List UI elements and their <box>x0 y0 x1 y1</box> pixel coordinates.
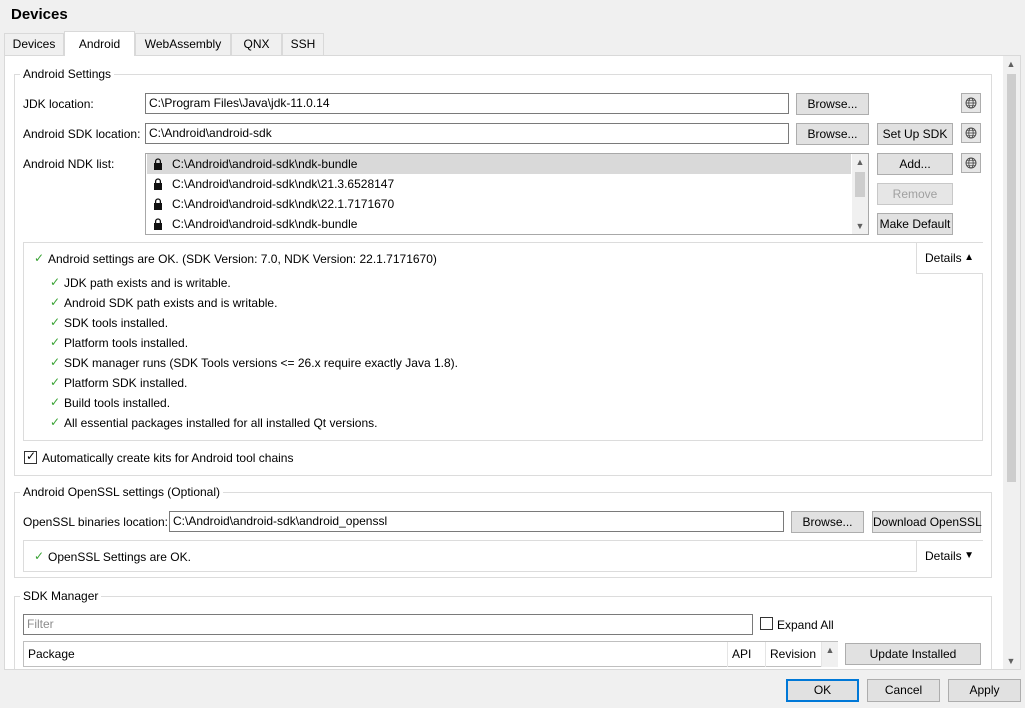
sdk-download-globe-icon[interactable] <box>961 123 981 143</box>
status-check-item: Build tools installed. <box>64 396 171 410</box>
status-check-item: Platform tools installed. <box>64 336 189 350</box>
status-check-item: Platform SDK installed. <box>64 376 188 390</box>
openssl-browse-button[interactable]: Browse... <box>791 511 864 533</box>
lock-icon <box>154 158 162 170</box>
openssl-label: OpenSSL binaries location: <box>23 515 168 529</box>
sdk-browse-button[interactable]: Browse... <box>796 123 869 145</box>
main-scrollbar[interactable]: ▲ ▼ <box>1003 56 1020 669</box>
status-check-item: SDK manager runs (SDK Tools versions <= … <box>64 356 458 370</box>
lock-icon <box>154 198 162 210</box>
checkmark-icon: ✓ <box>26 449 37 463</box>
add-ndk-button[interactable]: Add... <box>877 153 953 175</box>
sdk-location-input[interactable]: C:\Android\android-sdk <box>145 123 789 144</box>
scroll-down-icon[interactable]: ▼ <box>1003 653 1019 669</box>
ndk-path: C:\Android\android-sdk\ndk-bundle <box>172 157 358 171</box>
tab-android[interactable]: Android <box>64 31 135 56</box>
tab-ssh[interactable]: SSH <box>282 33 324 55</box>
check-icon: ✓ <box>34 549 45 563</box>
sdk-package-table[interactable]: Package API Revision ▲ <box>23 641 838 667</box>
ndk-path: C:\Android\android-sdk\ndk\21.3.6528147 <box>172 177 395 191</box>
ndk-list-label: Android NDK list: <box>23 157 115 171</box>
details-label: Details <box>925 251 962 265</box>
collapse-triangle-icon: ▲ <box>964 252 974 263</box>
lock-icon <box>154 178 162 190</box>
column-header-revision[interactable]: Revision <box>766 642 822 667</box>
make-default-ndk-button[interactable]: Make Default <box>877 213 953 235</box>
download-openssl-button[interactable]: Download OpenSSL <box>872 511 982 533</box>
auto-create-kits-label: Automatically create kits for Android to… <box>42 451 294 465</box>
check-icon: ✓ <box>50 315 61 329</box>
openssl-status: OpenSSL Settings are OK. <box>48 550 191 564</box>
main-scroll-thumb[interactable] <box>1007 74 1016 482</box>
check-icon: ✓ <box>50 355 61 369</box>
apply-button[interactable]: Apply <box>948 679 1021 702</box>
tab-devices[interactable]: Devices <box>4 33 64 55</box>
auto-create-kits-checkbox[interactable]: ✓ <box>24 449 37 464</box>
sdk-manager-title: SDK Manager <box>20 589 102 603</box>
jdk-browse-button[interactable]: Browse... <box>796 93 869 115</box>
ndk-list-scrollbar[interactable]: ▲ ▼ <box>852 154 868 234</box>
update-installed-button[interactable]: Update Installed <box>845 643 981 665</box>
jdk-download-globe-icon[interactable] <box>961 93 981 113</box>
check-icon: ✓ <box>50 395 61 409</box>
column-header-api[interactable]: API <box>728 642 766 667</box>
setup-sdk-button[interactable]: Set Up SDK <box>877 123 953 145</box>
table-scrollbar[interactable]: ▲ <box>822 642 838 667</box>
android-settings-title: Android Settings <box>20 67 115 81</box>
check-icon: ✓ <box>50 295 61 309</box>
remove-ndk-button[interactable]: Remove <box>877 183 953 205</box>
ndk-list[interactable]: C:\Android\android-sdk\ndk-bundle C:\And… <box>145 153 869 235</box>
column-header-package[interactable]: Package <box>24 642 728 667</box>
openssl-group-title: Android OpenSSL settings (Optional) <box>20 485 223 499</box>
tab-qnx[interactable]: QNX <box>231 33 282 55</box>
check-icon: ✓ <box>50 415 61 429</box>
scroll-up-icon[interactable]: ▲ <box>852 154 868 170</box>
tab-webassembly[interactable]: WebAssembly <box>135 33 231 55</box>
android-details-button[interactable]: Details ▲ <box>916 243 983 274</box>
status-check-item: SDK tools installed. <box>64 316 169 330</box>
details-label: Details <box>925 549 962 563</box>
status-check-item: Android SDK path exists and is writable. <box>64 296 278 310</box>
ndk-download-globe-icon[interactable] <box>961 153 981 173</box>
check-icon: ✓ <box>50 375 61 389</box>
openssl-details-button[interactable]: Details ▼ <box>916 541 983 572</box>
window-title: Devices <box>11 6 68 23</box>
ndk-path: C:\Android\android-sdk\ndk-bundle <box>172 217 358 231</box>
jdk-location-input[interactable]: C:\Program Files\Java\jdk-11.0.14 <box>145 93 789 114</box>
check-icon: ✓ <box>50 275 61 289</box>
check-icon: ✓ <box>34 251 45 265</box>
cancel-button[interactable]: Cancel <box>867 679 940 702</box>
ndk-list-item[interactable]: C:\Android\android-sdk\ndk-bundle <box>147 214 851 234</box>
android-status-summary: Android settings are OK. (SDK Version: 7… <box>48 252 437 266</box>
expand-all-checkbox[interactable] <box>760 617 773 630</box>
android-tab-panel: Android Settings JDK location: C:\Progra… <box>4 55 1021 670</box>
scroll-thumb[interactable] <box>855 172 865 197</box>
jdk-label: JDK location: <box>23 97 94 111</box>
expand-all-label: Expand All <box>777 618 834 632</box>
ndk-list-item[interactable]: C:\Android\android-sdk\ndk\22.1.7171670 <box>147 194 851 214</box>
openssl-status-panel: ✓ OpenSSL Settings are OK. Details ▼ <box>23 540 983 572</box>
scroll-up-icon[interactable]: ▲ <box>1003 56 1019 72</box>
status-check-item: All essential packages installed for all… <box>64 416 378 430</box>
scroll-up-icon[interactable]: ▲ <box>822 642 838 658</box>
check-icon: ✓ <box>50 335 61 349</box>
ok-button[interactable]: OK <box>786 679 859 702</box>
ndk-path: C:\Android\android-sdk\ndk\22.1.7171670 <box>172 197 395 211</box>
openssl-location-input[interactable]: C:\Android\android-sdk\android_openssl <box>169 511 784 532</box>
lock-icon <box>154 218 162 230</box>
sdk-filter-input[interactable]: Filter <box>23 614 753 635</box>
ndk-list-item[interactable]: C:\Android\android-sdk\ndk\21.3.6528147 <box>147 174 851 194</box>
ndk-list-item[interactable]: C:\Android\android-sdk\ndk-bundle <box>147 154 851 174</box>
status-check-item: JDK path exists and is writable. <box>64 276 231 290</box>
expand-triangle-icon: ▼ <box>964 550 974 561</box>
scroll-down-icon[interactable]: ▼ <box>852 218 868 234</box>
android-status-panel: ✓ Android settings are OK. (SDK Version:… <box>23 242 983 441</box>
sdk-label: Android SDK location: <box>23 127 141 141</box>
